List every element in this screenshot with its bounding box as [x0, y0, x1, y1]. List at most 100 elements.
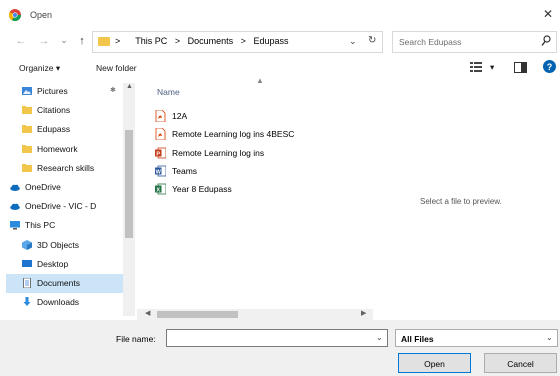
nav-item-label: Desktop [37, 258, 69, 269]
nav-item-label: Edupass [37, 124, 71, 135]
chrome-icon [9, 9, 21, 21]
search-box[interactable]: Search Edupass [392, 31, 557, 53]
file-row[interactable]: Remote Learning log ins 4BESC [155, 126, 355, 143]
help-icon[interactable]: ? [543, 60, 556, 73]
address-bar[interactable]: > This PC > Documents > Edupass ⌄ ↻ [92, 31, 383, 53]
pictures-icon [22, 86, 32, 96]
nav-item-edupass[interactable]: Edupass [6, 120, 123, 139]
nav-item-label: Citations [37, 105, 71, 116]
file-name-label: File name: [116, 334, 156, 344]
file-row[interactable]: P Remote Learning log ins [155, 145, 355, 162]
file-name: 12A [172, 111, 188, 121]
svg-text:P: P [156, 151, 160, 157]
file-row[interactable]: 12A [155, 108, 355, 125]
forward-arrow-icon[interactable]: → [37, 34, 51, 48]
svg-text:W: W [156, 169, 162, 175]
nav-item-pictures[interactable]: Pictures ✱ [6, 82, 123, 101]
up-arrow-icon[interactable]: ↑ [75, 34, 89, 48]
cloud-icon [10, 201, 20, 211]
horizontal-scrollbar-thumb[interactable] [157, 311, 238, 318]
nav-item-label: Homework [37, 143, 78, 154]
nav-item-3d-objects[interactable]: 3D Objects [6, 236, 123, 255]
address-dropdown-icon[interactable]: ⌄ [349, 36, 357, 47]
nav-item-label: Research skills [37, 162, 95, 173]
recent-locations-chevron-icon[interactable]: ⌄ [57, 33, 71, 47]
pc-icon [10, 220, 20, 230]
cube-icon [22, 239, 32, 250]
word-file-icon: W [155, 165, 167, 177]
svg-text:X: X [156, 187, 160, 193]
file-name: Year 8 Edupass [172, 184, 232, 195]
breadcrumb-this-pc[interactable]: This PC [135, 36, 167, 46]
file-name-input[interactable] [166, 329, 388, 347]
file-name-dropdown-icon[interactable]: ⌄ [376, 333, 383, 342]
breadcrumb-separator[interactable]: > [241, 36, 246, 46]
nav-item-label: Downloads [37, 297, 80, 308]
nav-scrollbar-thumb[interactable] [125, 130, 133, 238]
nav-item-label: Pictures [37, 86, 68, 96]
file-name: Remote Learning log ins [172, 147, 265, 158]
folder-icon [22, 144, 32, 154]
scroll-right-arrow-icon[interactable]: ▶ [361, 309, 366, 317]
pdf-file-icon [155, 127, 166, 141]
organize-menu[interactable]: Organize ▾ [19, 63, 60, 74]
file-name: Teams [172, 165, 198, 176]
breadcrumb-documents[interactable]: Documents [188, 36, 234, 46]
view-options-icon[interactable] [470, 62, 482, 72]
open-button[interactable]: Open [398, 353, 471, 373]
scroll-left-arrow-icon[interactable]: ◀ [145, 309, 150, 317]
scroll-up-arrow-icon[interactable]: ▲ [126, 83, 133, 90]
nav-item-desktop[interactable]: Desktop [6, 255, 123, 274]
nav-item-label: Documents [37, 278, 80, 288]
folder-icon [22, 105, 32, 115]
column-header-name[interactable]: Name [157, 87, 180, 97]
nav-item-label: OneDrive - VIC - D [25, 201, 97, 212]
nav-item-onedrive[interactable]: OneDrive [6, 178, 123, 197]
file-type-value: All Files [401, 334, 434, 344]
nav-item-research-skills[interactable]: Research skills [6, 159, 123, 178]
folder-icon [98, 37, 110, 46]
nav-item-label: OneDrive [25, 182, 61, 192]
pdf-file-icon [155, 109, 166, 123]
desktop-icon [22, 259, 32, 269]
folder-icon [22, 163, 32, 173]
new-folder-button[interactable]: New folder [96, 63, 137, 73]
view-dropdown-icon[interactable]: ▾ [490, 62, 494, 73]
search-placeholder[interactable]: Search Edupass [399, 37, 461, 47]
file-type-dropdown-icon[interactable]: ⌄ [546, 333, 553, 342]
nav-item-label: This PC [25, 220, 56, 231]
file-name: Remote Learning log ins 4BESC [172, 129, 295, 140]
cloud-icon [10, 182, 20, 192]
folder-icon [22, 124, 32, 134]
nav-item-citations[interactable]: Citations [6, 101, 123, 120]
pin-icon[interactable]: ✱ [110, 86, 116, 94]
cancel-button[interactable]: Cancel [484, 353, 557, 373]
back-arrow-icon[interactable]: ← [14, 34, 28, 48]
nav-item-label: 3D Objects [37, 239, 80, 250]
nav-item-this-pc[interactable]: This PC [6, 216, 123, 235]
breadcrumb-edupass[interactable]: Edupass [253, 36, 288, 46]
download-icon [22, 297, 32, 307]
title-bar: Open ✕ [0, 0, 560, 30]
nav-item-homework[interactable]: Homework [6, 140, 123, 159]
file-row[interactable]: X Year 8 Edupass [155, 181, 355, 198]
ppt-file-icon: P [155, 147, 167, 159]
breadcrumb-root-separator[interactable]: > [115, 36, 120, 46]
nav-item-downloads[interactable]: Downloads [6, 293, 123, 312]
documents-icon [22, 277, 32, 289]
refresh-icon[interactable]: ↻ [368, 35, 376, 46]
sort-caret-icon: ▲ [256, 76, 264, 85]
file-type-select[interactable]: All Files ⌄ [395, 329, 558, 347]
breadcrumb: > This PC > Documents > Edupass [115, 36, 288, 46]
file-row[interactable]: W Teams [155, 163, 355, 180]
search-icon[interactable] [541, 35, 551, 47]
excel-file-icon: X [155, 183, 167, 195]
nav-item-onedrive-vic-d[interactable]: OneDrive - VIC - D [6, 197, 123, 216]
breadcrumb-separator[interactable]: > [175, 36, 180, 46]
close-icon[interactable]: ✕ [540, 6, 556, 22]
preview-pane-icon[interactable] [514, 62, 527, 73]
nav-item-documents[interactable]: Documents [6, 274, 123, 293]
svg-text:?: ? [547, 62, 553, 72]
window-title: Open [30, 10, 53, 20]
preview-message: Select a file to preview. [420, 197, 502, 206]
